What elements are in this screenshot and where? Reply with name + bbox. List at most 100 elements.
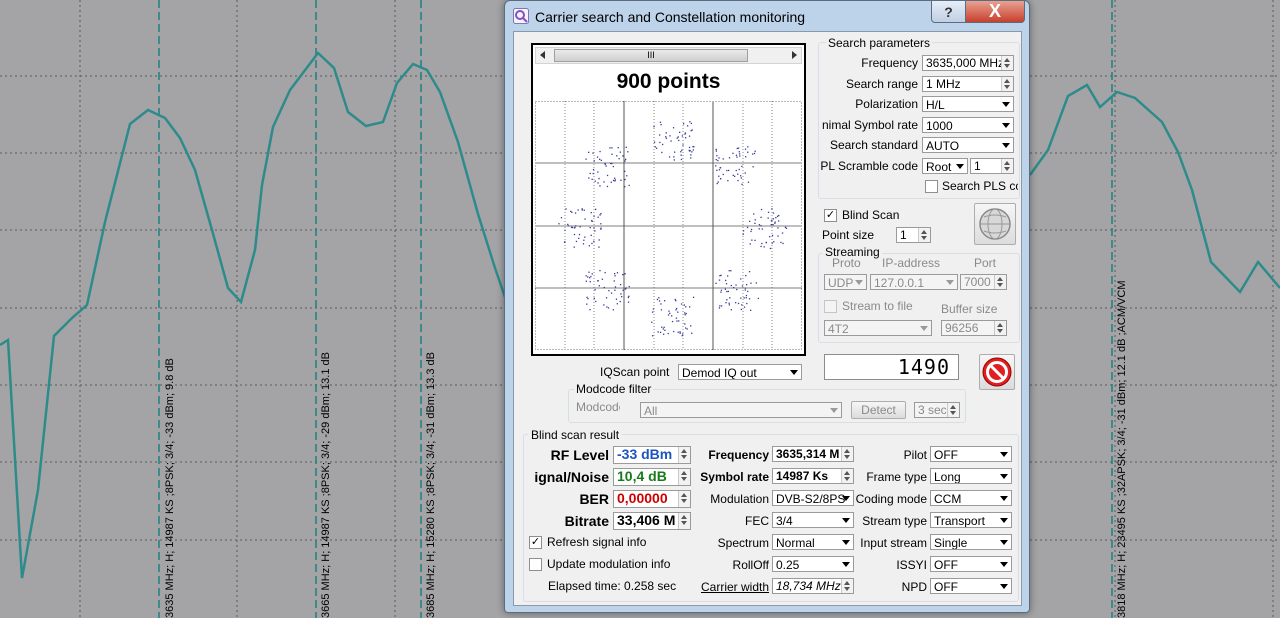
constellation-point [758,224,761,226]
rf-level-value: -33 dBm [617,446,673,462]
constellation-point [620,293,622,295]
constellation-point [583,209,585,211]
constellation-point [600,228,602,230]
iq-scan-point-label: IQScan point [600,365,670,379]
fec-select[interactable]: 3/4 [772,512,854,528]
point-size-spinbox[interactable]: 1 [896,227,931,243]
spin-arrows-icon[interactable] [678,513,690,529]
pilot-select[interactable]: OFF [930,446,1012,462]
blind-scan-checkbox[interactable]: ✓ [824,209,837,222]
constellation-point [595,300,597,303]
stop-button[interactable] [979,354,1015,390]
constellation-point [682,144,684,146]
pl-scramble-spinbox[interactable]: 1 [970,158,1014,174]
symbol-rate-spinbox[interactable]: 14987 Ks [772,468,854,484]
modulation-select[interactable]: DVB-S2/8PS [772,490,854,506]
modcode-select[interactable]: All [640,402,842,418]
carrier-width-link[interactable]: Carrier width [694,580,769,594]
polarization-select[interactable]: H/L [922,96,1014,112]
constellation-point [669,312,671,314]
constellation-point [616,155,618,157]
spin-arrows-icon[interactable] [1001,159,1013,173]
refresh-signal-checkbox[interactable]: ✓ [529,536,542,549]
constellation-point [597,280,599,282]
constellation-point [614,286,617,288]
globe-scan-button[interactable] [974,203,1016,245]
constellation-point [743,306,746,308]
search-range-spinbox[interactable]: 1 MHz [922,76,1014,92]
scroll-left-icon[interactable] [540,51,545,59]
spin-arrows-icon[interactable] [947,403,959,417]
spin-arrows-icon[interactable] [994,321,1006,335]
constellation-point [773,241,775,243]
pl-scramble-mode-select[interactable]: Root [922,158,968,174]
file-select[interactable]: 4T2 [824,320,932,336]
stream-to-file-checkbox[interactable] [824,300,837,313]
ber-spinbox[interactable]: 0,00000 [613,490,691,508]
help-button[interactable]: ? [931,1,966,23]
constellation-point [622,289,624,291]
min-symbol-rate-select[interactable]: 1000 [922,117,1014,133]
spin-arrows-icon[interactable] [841,579,853,593]
modcode-label: Modcode [576,400,620,414]
spin-arrows-icon[interactable] [841,447,853,461]
spin-arrows-icon[interactable] [918,228,930,242]
chevron-down-icon [1000,562,1008,567]
title-bar[interactable]: Carrier search and Constellation monitor… [505,1,1029,31]
bitrate-spinbox[interactable]: 33,406 M [613,512,691,530]
spectrum-select[interactable]: Normal [772,534,854,550]
frame-type-select[interactable]: Long [930,468,1012,484]
constellation-point [777,235,779,237]
signal-noise-spinbox[interactable]: 10,4 dB [613,468,691,486]
constellation-point [718,169,721,171]
coding-mode-select[interactable]: CCM [930,490,1012,506]
carrier-width-spinbox[interactable]: 18,734 MHz [772,578,854,594]
rf-level-spinbox[interactable]: -33 dBm [613,446,691,464]
proto-value: UDP [828,276,854,290]
constellation-point [590,212,592,214]
constellation-point [727,290,729,293]
stream-type-select[interactable]: Transport [930,512,1012,528]
spin-arrows-icon[interactable] [678,469,690,485]
frequency-spinbox[interactable]: 3635,000 MHz [922,55,1014,71]
constellation-point [589,227,591,229]
constellation-point [745,275,747,277]
spin-arrows-icon[interactable] [678,447,690,463]
detect-button[interactable]: Detect [851,401,906,419]
scroll-right-icon[interactable] [792,51,797,59]
result-frequency-spinbox[interactable]: 3635,314 M [772,446,854,462]
constellation-point [609,147,611,149]
search-standard-select[interactable]: AUTO [922,137,1014,153]
constellation-scrollbar[interactable]: III [535,47,802,64]
update-modulation-checkbox[interactable] [529,558,542,571]
npd-select[interactable]: OFF [930,578,1012,594]
input-stream-select[interactable]: Single [930,534,1012,550]
constellation-point [744,172,746,174]
buffer-size-spinbox[interactable]: 96256 [941,320,1007,336]
rolloff-select[interactable]: 0.25 [772,556,854,572]
constellation-point [778,220,780,222]
spin-arrows-icon[interactable] [841,469,853,483]
spin-arrows-icon[interactable] [1001,77,1013,91]
spin-arrows-icon[interactable] [1001,56,1013,70]
constellation-point [760,208,763,211]
proto-select[interactable]: UDP [824,274,867,290]
spin-arrows-icon[interactable] [678,491,690,507]
search-pls-checkbox[interactable] [925,180,938,193]
constellation-point [605,165,607,167]
scroll-thumb[interactable]: III [554,49,748,62]
ip-address-select[interactable]: 127.0.0.1 [870,274,958,290]
close-button[interactable]: X [965,1,1025,23]
iq-scan-point-select[interactable]: Demod IQ out [678,364,802,380]
detect-seconds-spinbox[interactable]: 3 sec [914,402,960,418]
constellation-point [592,172,594,175]
port-spinbox[interactable]: 7000 [960,274,1007,290]
constellation-point [614,289,616,291]
issyi-select[interactable]: OFF [930,556,1012,572]
constellation-point [620,179,622,181]
carrier-marker-label: 3818 MHz; H; 23495 KS ;32APSK; 3/4; -31 … [1116,280,1128,618]
spin-arrows-icon[interactable] [994,275,1006,289]
constellation-point [584,218,586,220]
constellation-point [730,284,732,287]
constellation-point [728,169,730,172]
